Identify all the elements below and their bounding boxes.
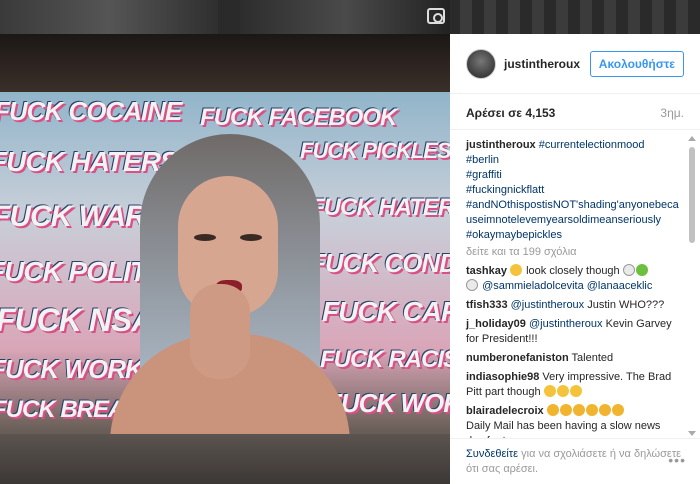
comment-item: blairadelecroix Daily Mail has been havi… <box>466 404 694 438</box>
comments-scrollbar[interactable] <box>688 132 696 438</box>
comment-username[interactable]: indiasophie98 <box>466 371 539 383</box>
sad-emoji-icon <box>585 404 598 416</box>
comment-username[interactable]: numberonefaniston <box>466 352 569 364</box>
caption: justintheroux #currentelectionmood #berl… <box>466 138 694 243</box>
post-time[interactable]: 3ημ. <box>660 106 684 129</box>
post-side-panel: justintheroux Ακολουθήστε Αρέσει σε 4,15… <box>450 34 700 484</box>
comment-text: Talented <box>571 352 614 364</box>
eyes-emoji-icon <box>622 264 635 276</box>
background-thumbnail <box>0 0 218 34</box>
likes-count[interactable]: Αρέσει σε 4,153 <box>466 106 555 129</box>
sad-emoji-icon <box>611 404 624 416</box>
comment-text: Daily Mail has been having a slow news d… <box>466 420 661 438</box>
hashtag-link[interactable]: #currentelectionmood <box>539 139 645 151</box>
hashtag-link[interactable]: #andNOthispostisNOT'shading'anyonebecaus… <box>466 198 694 228</box>
sad-emoji-icon <box>572 404 585 416</box>
comment-text: look closely though <box>526 265 620 277</box>
laughing-emoji-icon <box>569 385 582 397</box>
hashtag-link[interactable]: #fuckingnickflatt <box>466 183 694 198</box>
likes-row: Αρέσει σε 4,153 3ημ. <box>450 94 700 130</box>
graffiti-text: FUCK COCAINE <box>0 96 182 126</box>
comment-text: Justin WHO??? <box>587 299 665 311</box>
scroll-up-arrow-icon[interactable] <box>688 136 696 141</box>
comment-username[interactable]: j_holiday09 <box>466 318 526 330</box>
photo-ceiling <box>0 34 450 92</box>
comment-mention[interactable]: @justintheroux <box>529 318 603 330</box>
comment-username[interactable]: blairadelecroix <box>466 405 544 417</box>
frog-emoji-icon <box>635 264 648 276</box>
caption-username[interactable]: justintheroux <box>466 139 536 151</box>
hashtag-link[interactable]: #berlin <box>466 153 694 168</box>
photo-floor <box>0 434 450 484</box>
post-header: justintheroux Ακολουθήστε <box>450 34 700 94</box>
laughing-emoji-icon <box>556 385 569 397</box>
comment-item: tfish333 @justintheroux Justin WHO??? <box>466 298 694 313</box>
post-photo[interactable]: FUCK COCAINE FUCK FACEBOOK FUCK PICKLES … <box>0 34 450 484</box>
laughing-emoji-icon <box>543 385 556 397</box>
scroll-thumb[interactable] <box>689 147 695 243</box>
login-prompt-footer: Συνδεθείτε για να σχολιάσετε ή να δηλώσε… <box>450 438 700 484</box>
hashtag-link[interactable]: #graffiti <box>466 168 694 183</box>
login-link[interactable]: Συνδεθείτε <box>466 448 518 460</box>
sad-emoji-icon <box>598 404 611 416</box>
background-thumbnail <box>460 0 700 34</box>
comment-item: indiasophie98 Very impressive. The Brad … <box>466 370 694 400</box>
sad-emoji-icon <box>546 404 559 416</box>
comment-username[interactable]: tashkay <box>466 265 507 277</box>
comment-item: j_holiday09 @justintheroux Kevin Garvey … <box>466 317 694 347</box>
comment-username[interactable]: tfish333 <box>466 299 508 311</box>
scroll-down-arrow-icon[interactable] <box>688 431 696 436</box>
post-username[interactable]: justintheroux <box>504 57 590 71</box>
comment-mention[interactable]: @sammieladolcevita @lanaaceklic <box>482 280 652 292</box>
comment-mention[interactable]: @justintheroux <box>511 299 585 311</box>
graffiti-text: FUCK FACEBOOK <box>200 104 397 131</box>
video-icon <box>427 8 445 24</box>
view-all-comments-link[interactable]: δείτε και τα 199 σχόλια <box>466 245 694 260</box>
follow-button[interactable]: Ακολουθήστε <box>589 50 684 77</box>
graffiti-text: FUCK CAPITAL <box>322 296 450 327</box>
sad-emoji-icon <box>559 404 572 416</box>
more-options-icon[interactable]: ••• <box>668 453 686 468</box>
comments-list[interactable]: justintheroux #currentelectionmood #berl… <box>450 132 694 438</box>
comment-item: numberonefaniston Talented <box>466 351 694 366</box>
hashtag-link[interactable]: #okaymaybepickles <box>466 228 694 243</box>
comment-item: tashkay look closely though @sammieladol… <box>466 264 694 294</box>
smiling-emoji-icon <box>510 264 523 276</box>
avatar[interactable] <box>466 48 496 79</box>
cup-emoji-icon <box>466 279 478 291</box>
background-feed-strip <box>0 0 700 34</box>
background-thumbnail <box>240 0 450 34</box>
mural-portrait <box>110 134 350 444</box>
